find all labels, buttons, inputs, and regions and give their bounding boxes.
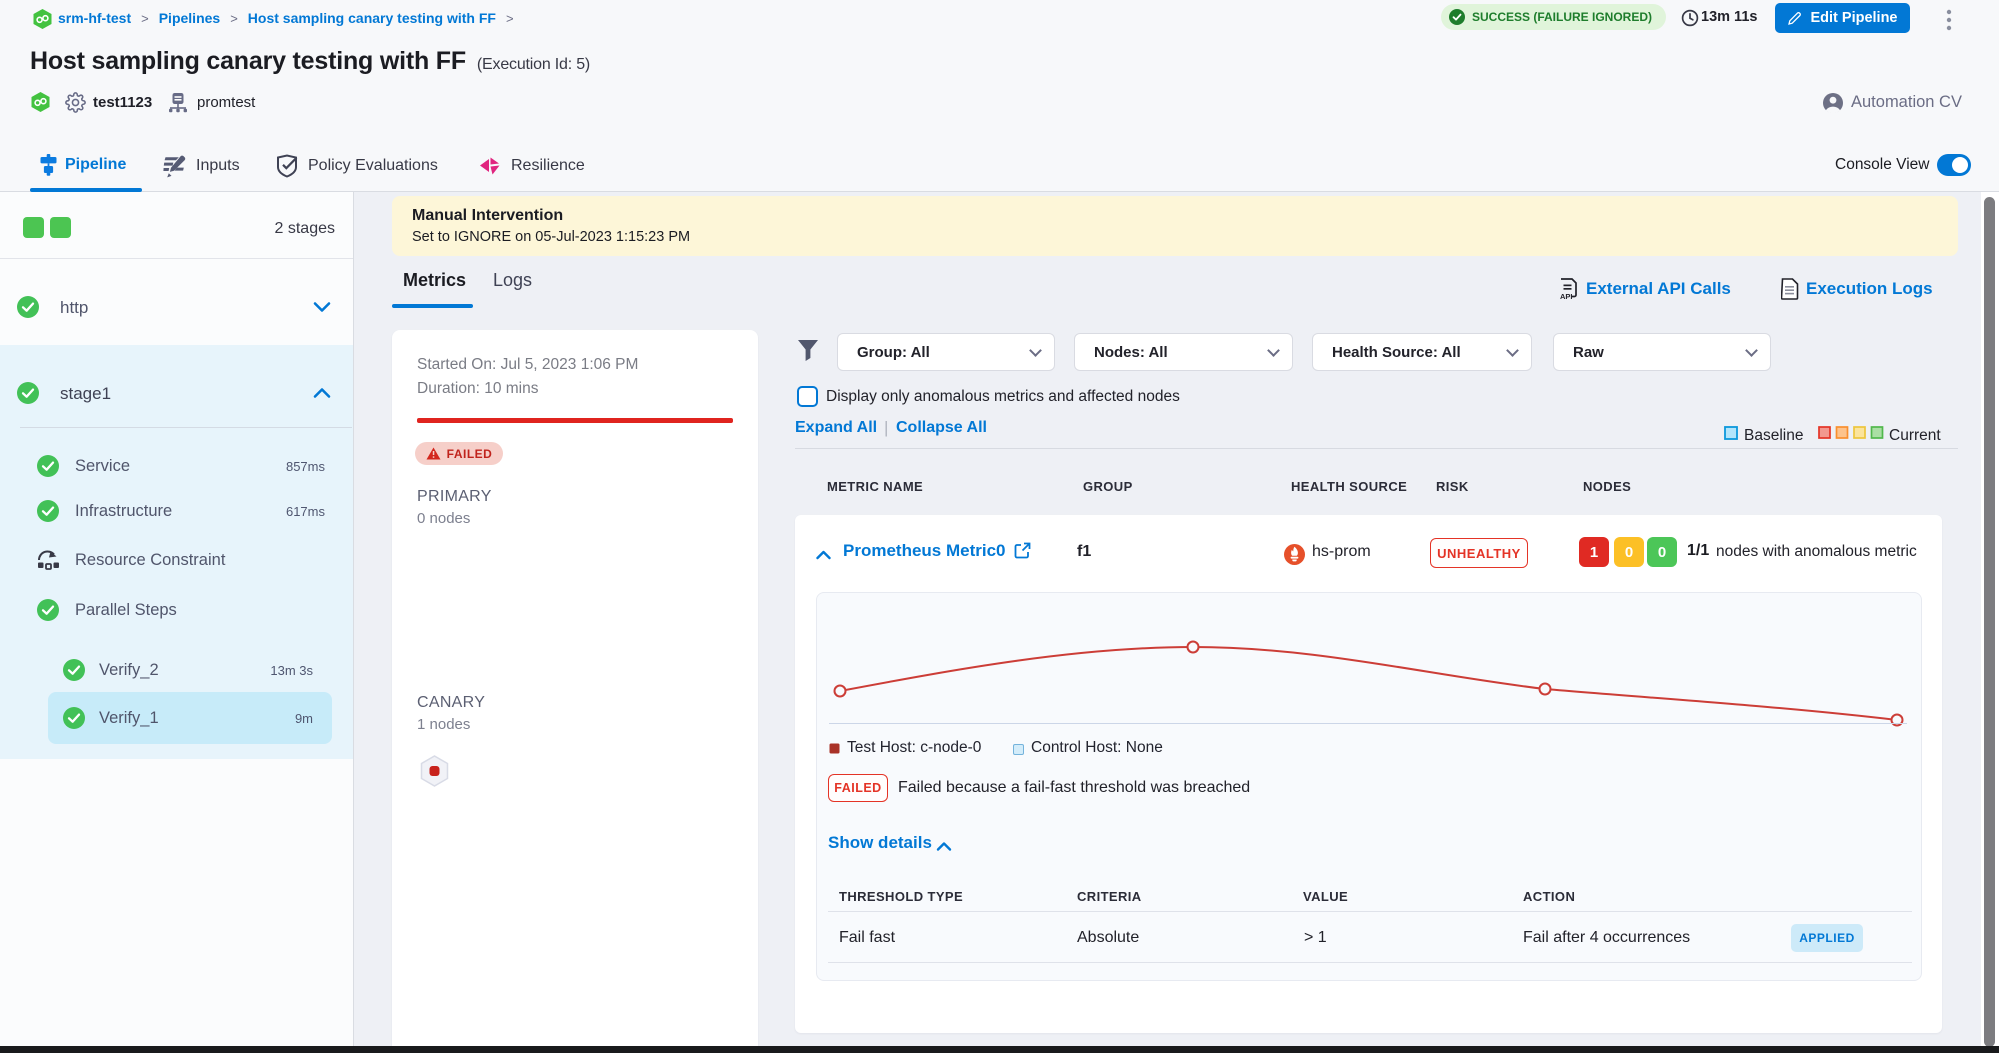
svg-text:API: API	[1560, 292, 1573, 300]
